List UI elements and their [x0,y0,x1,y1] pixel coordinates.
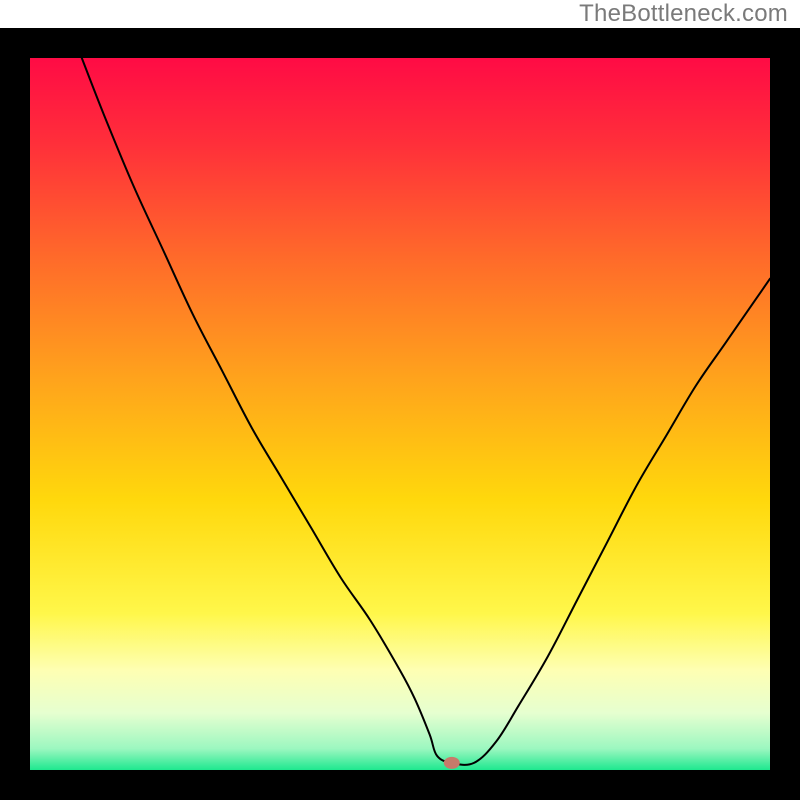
bottleneck-chart [0,0,800,800]
chart-background [30,58,770,770]
optimal-point [444,757,460,769]
chart-container: TheBottleneck.com [0,0,800,800]
watermark-text: TheBottleneck.com [579,0,788,28]
